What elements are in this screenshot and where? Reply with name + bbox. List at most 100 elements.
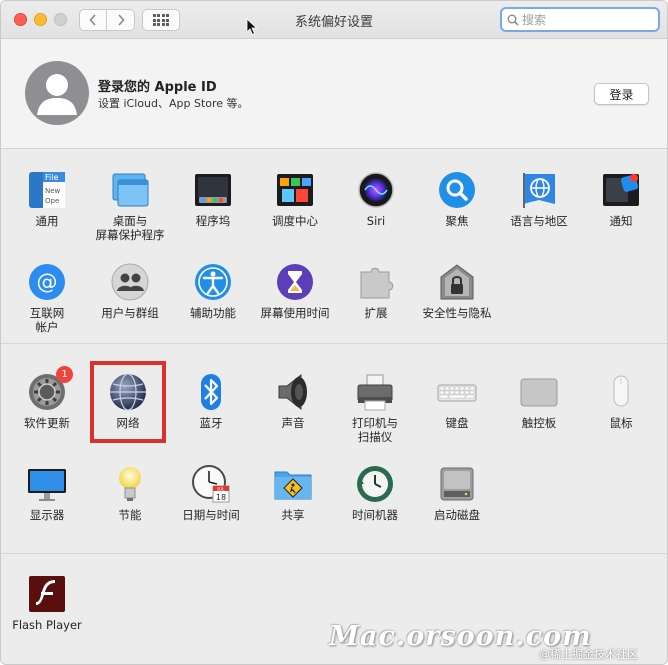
pane-label: 互联网 帐户	[29, 306, 65, 334]
general-icon: File New Ope	[27, 170, 67, 210]
pane-label: 日期与时间	[182, 508, 240, 522]
svg-text:JUL: JUL	[216, 487, 225, 493]
language-region-icon	[519, 170, 559, 210]
personal-preferences-section: File New Ope 通用 桌面与 屏幕保护程序 程序坞 调度中心 Siri…	[1, 150, 667, 344]
pane-general[interactable]: File New Ope 通用	[6, 170, 88, 228]
svg-text:Ope: Ope	[45, 197, 59, 205]
pane-mission-control[interactable]: 调度中心	[254, 170, 336, 228]
svg-text:18: 18	[216, 493, 226, 502]
login-button[interactable]: 登录	[594, 83, 649, 105]
software-update-icon: 1	[27, 366, 73, 412]
pane-label: 键盘	[445, 416, 469, 430]
system-preferences-window: 系统偏好设置 登录您的 Apple ID 设置 iCloud、App Store…	[0, 0, 668, 665]
pane-keyboard[interactable]: 键盘	[416, 372, 498, 430]
pane-displays[interactable]: 显示器	[6, 464, 88, 522]
security-privacy-icon	[437, 262, 477, 302]
pane-desktop-screensaver[interactable]: 桌面与 屏幕保护程序	[89, 170, 171, 242]
pane-label: 蓝牙	[199, 416, 223, 430]
pane-users-groups[interactable]: 用户与群组	[89, 262, 171, 320]
printers-scanners-icon	[355, 372, 395, 412]
pane-label: 调度中心	[272, 214, 318, 228]
pane-label: 聚焦	[445, 214, 469, 228]
pane-label: 安全性与隐私	[422, 306, 492, 320]
dock-icon	[193, 170, 233, 210]
svg-text:@: @	[37, 270, 58, 294]
pane-date-time[interactable]: JUL 18 日期与时间	[170, 464, 252, 522]
pane-flash-player[interactable]: Flash Player	[6, 574, 88, 632]
mouse-icon	[601, 372, 641, 412]
pane-label: 通知	[609, 214, 633, 228]
desktop-icon	[110, 170, 150, 210]
notifications-icon	[601, 170, 641, 210]
search-input[interactable]	[522, 12, 652, 27]
siri-icon	[356, 170, 396, 210]
pane-sound[interactable]: 声音	[252, 372, 334, 430]
displays-icon	[27, 464, 67, 504]
pane-spotlight[interactable]: 聚焦	[416, 170, 498, 228]
pane-label: 节能	[118, 508, 142, 522]
pane-label: 打印机与 扫描仪	[352, 416, 398, 444]
pane-label: 声音	[281, 416, 305, 430]
pane-label: 屏幕使用时间	[260, 306, 330, 320]
pane-startup-disk[interactable]: 启动磁盘	[416, 464, 498, 522]
update-count-badge: 1	[56, 366, 73, 383]
users-groups-icon	[110, 262, 150, 302]
pane-energy-saver[interactable]: 节能	[89, 464, 171, 522]
pane-dock[interactable]: 程序坞	[172, 170, 254, 228]
internet-accounts-icon: @	[27, 262, 67, 302]
pane-trackpad[interactable]: 触控板	[498, 372, 580, 430]
mission-control-icon	[275, 170, 315, 210]
search-field[interactable]	[500, 7, 660, 32]
pane-label: 用户与群组	[101, 306, 159, 320]
pane-printers-scanners[interactable]: 打印机与 扫描仪	[334, 372, 416, 444]
svg-text:New: New	[45, 187, 61, 195]
pane-label: 程序坞	[195, 214, 231, 228]
pane-label: 共享	[281, 508, 305, 522]
keyboard-icon	[437, 372, 477, 412]
startup-disk-icon	[437, 464, 477, 504]
user-silhouette-icon	[37, 74, 77, 115]
sharing-icon	[273, 464, 313, 504]
pane-language-region[interactable]: 语言与地区	[498, 170, 580, 228]
search-icon	[507, 14, 519, 26]
mouse-cursor-icon	[246, 18, 258, 36]
title-bar: 系统偏好设置	[1, 1, 667, 39]
apple-id-section: 登录您的 Apple ID 设置 iCloud、App Store 等。 登录	[1, 39, 667, 149]
pane-siri[interactable]: Siri	[335, 170, 417, 228]
energy-saver-icon	[110, 464, 150, 504]
pane-label: 桌面与 屏幕保护程序	[95, 214, 165, 242]
sound-icon	[273, 372, 313, 412]
pane-label: 启动磁盘	[434, 508, 480, 522]
time-machine-icon	[355, 464, 395, 504]
pane-notifications[interactable]: 通知	[580, 170, 662, 228]
pane-label: 显示器	[29, 508, 65, 522]
apple-id-title: 登录您的 Apple ID	[98, 80, 217, 95]
pane-label: 辅助功能	[190, 306, 236, 320]
pane-security-privacy[interactable]: 安全性与隐私	[416, 262, 498, 320]
pane-label: 时间机器	[352, 508, 398, 522]
date-time-icon: JUL 18	[191, 464, 231, 504]
pane-label: 鼠标	[609, 416, 633, 430]
pane-internet-accounts[interactable]: @ 互联网 帐户	[6, 262, 88, 334]
flash-player-icon	[27, 574, 67, 614]
pane-mouse[interactable]: 鼠标	[580, 372, 662, 430]
extensions-icon	[356, 262, 396, 302]
svg-text:File: File	[45, 173, 58, 182]
pane-time-machine[interactable]: 时间机器	[334, 464, 416, 522]
pane-label: 软件更新	[24, 416, 70, 430]
accessibility-icon	[193, 262, 233, 302]
pane-screen-time[interactable]: 屏幕使用时间	[254, 262, 336, 320]
pane-bluetooth[interactable]: 蓝牙	[170, 372, 252, 430]
screen-time-icon	[275, 262, 315, 302]
pane-label: 触控板	[521, 416, 557, 430]
avatar[interactable]	[25, 61, 89, 125]
spotlight-icon	[437, 170, 477, 210]
watermark-subtext: @稀土掘金技术社区	[539, 648, 638, 661]
pane-label: 扩展	[364, 306, 388, 320]
pane-software-update[interactable]: 1 软件更新	[6, 366, 88, 430]
pane-sharing[interactable]: 共享	[252, 464, 334, 522]
pane-accessibility[interactable]: 辅助功能	[172, 262, 254, 320]
pane-extensions[interactable]: 扩展	[335, 262, 417, 320]
apple-id-subtitle: 设置 iCloud、App Store 等。	[98, 97, 249, 110]
pane-label: Flash Player	[12, 618, 82, 632]
